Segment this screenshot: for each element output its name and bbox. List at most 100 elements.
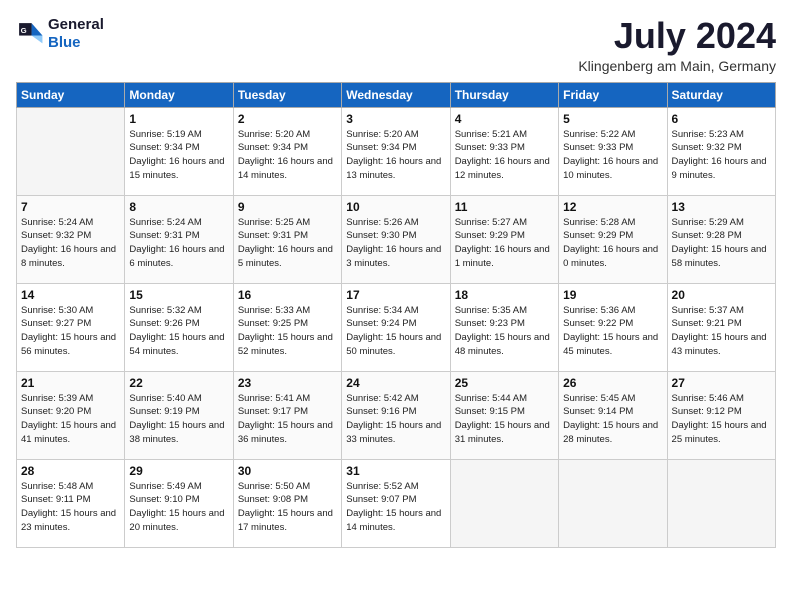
day-cell: 28 Sunrise: 5:48 AMSunset: 9:11 PMDayligh…	[17, 459, 125, 547]
day-cell: 5Sunrise: 5:22 AMSunset: 9:33 PMDaylight…	[559, 107, 667, 195]
day-cell: 6 Sunrise: 5:23 AMSunset: 9:32 PMDaylight…	[667, 107, 775, 195]
day-info: Sunrise: 5:46 AMSunset: 9:12 PMDaylight:…	[672, 392, 771, 447]
weekday-header-wednesday: Wednesday	[342, 82, 450, 107]
day-info: Sunrise: 5:49 AMSunset: 9:10 PMDaylight:…	[129, 480, 228, 535]
day-cell: 2 Sunrise: 5:20 AMSunset: 9:34 PMDaylight…	[233, 107, 341, 195]
day-cell: 22 Sunrise: 5:40 AMSunset: 9:19 PMDayligh…	[125, 371, 233, 459]
month-title: July 2024	[578, 16, 776, 56]
day-number: 26	[563, 376, 662, 390]
day-number: 5	[563, 112, 662, 126]
day-number: 28	[21, 464, 120, 478]
day-number: 29	[129, 464, 228, 478]
day-cell: 30Sunrise: 5:50 AMSunset: 9:08 PMDayligh…	[233, 459, 341, 547]
weekday-header-saturday: Saturday	[667, 82, 775, 107]
day-number: 13	[672, 200, 771, 214]
day-cell: 11 Sunrise: 5:27 AMSunset: 9:29 PMDayligh…	[450, 195, 558, 283]
day-info: Sunrise: 5:39 AMSunset: 9:20 PMDaylight:…	[21, 392, 120, 447]
week-row-3: 14Sunrise: 5:30 AMSunset: 9:27 PMDayligh…	[17, 283, 776, 371]
day-cell: 1 Sunrise: 5:19 AMSunset: 9:34 PMDaylight…	[125, 107, 233, 195]
day-number: 10	[346, 200, 445, 214]
day-info: Sunrise: 5:34 AMSunset: 9:24 PMDaylight:…	[346, 304, 445, 359]
day-number: 8	[129, 200, 228, 214]
day-number: 25	[455, 376, 554, 390]
day-info: Sunrise: 5:26 AMSunset: 9:30 PMDaylight:…	[346, 216, 445, 271]
logo: G General Blue	[16, 16, 104, 52]
day-number: 2	[238, 112, 337, 126]
day-number: 3	[346, 112, 445, 126]
day-number: 20	[672, 288, 771, 302]
day-info: Sunrise: 5:27 AMSunset: 9:29 PMDaylight:…	[455, 216, 554, 271]
day-number: 21	[21, 376, 120, 390]
day-number: 22	[129, 376, 228, 390]
day-number: 24	[346, 376, 445, 390]
day-cell: 10 Sunrise: 5:26 AMSunset: 9:30 PMDayligh…	[342, 195, 450, 283]
svg-text:G: G	[21, 26, 27, 35]
day-number: 6	[672, 112, 771, 126]
day-info: Sunrise: 5:36 AMSunset: 9:22 PMDaylight:…	[563, 304, 662, 359]
day-number: 12	[563, 200, 662, 214]
weekday-header-row: SundayMondayTuesdayWednesdayThursdayFrid…	[17, 82, 776, 107]
day-info: Sunrise: 5:33 AMSunset: 9:25 PMDaylight:…	[238, 304, 337, 359]
day-info: Sunrise: 5:48 AMSunset: 9:11 PMDaylight:…	[21, 480, 120, 535]
day-cell: 4Sunrise: 5:21 AMSunset: 9:33 PMDaylight…	[450, 107, 558, 195]
day-cell: 31Sunrise: 5:52 AMSunset: 9:07 PMDayligh…	[342, 459, 450, 547]
day-info: Sunrise: 5:45 AMSunset: 9:14 PMDaylight:…	[563, 392, 662, 447]
weekday-header-sunday: Sunday	[17, 82, 125, 107]
day-number: 17	[346, 288, 445, 302]
day-cell: 8Sunrise: 5:24 AMSunset: 9:31 PMDaylight…	[125, 195, 233, 283]
day-cell: 9Sunrise: 5:25 AMSunset: 9:31 PMDaylight…	[233, 195, 341, 283]
day-number: 9	[238, 200, 337, 214]
day-info: Sunrise: 5:40 AMSunset: 9:19 PMDaylight:…	[129, 392, 228, 447]
day-info: Sunrise: 5:24 AMSunset: 9:32 PMDaylight:…	[21, 216, 120, 271]
day-number: 16	[238, 288, 337, 302]
weekday-header-tuesday: Tuesday	[233, 82, 341, 107]
day-cell: 13 Sunrise: 5:29 AMSunset: 9:28 PMDayligh…	[667, 195, 775, 283]
logo-text: General Blue	[48, 16, 104, 52]
day-number: 23	[238, 376, 337, 390]
week-row-2: 7 Sunrise: 5:24 AMSunset: 9:32 PMDaylight…	[17, 195, 776, 283]
day-info: Sunrise: 5:23 AMSunset: 9:32 PMDaylight:…	[672, 128, 771, 183]
day-cell	[17, 107, 125, 195]
day-cell: 21 Sunrise: 5:39 AMSunset: 9:20 PMDayligh…	[17, 371, 125, 459]
page-header: G General Blue July 2024 Klingenberg am …	[16, 16, 776, 74]
day-cell: 23 Sunrise: 5:41 AMSunset: 9:17 PMDayligh…	[233, 371, 341, 459]
day-cell: 16 Sunrise: 5:33 AMSunset: 9:25 PMDayligh…	[233, 283, 341, 371]
day-number: 15	[129, 288, 228, 302]
day-cell	[667, 459, 775, 547]
day-number: 18	[455, 288, 554, 302]
day-cell: 7 Sunrise: 5:24 AMSunset: 9:32 PMDaylight…	[17, 195, 125, 283]
day-cell: 18 Sunrise: 5:35 AMSunset: 9:23 PMDayligh…	[450, 283, 558, 371]
day-cell: 24 Sunrise: 5:42 AMSunset: 9:16 PMDayligh…	[342, 371, 450, 459]
day-info: Sunrise: 5:52 AMSunset: 9:07 PMDaylight:…	[346, 480, 445, 535]
day-info: Sunrise: 5:28 AMSunset: 9:29 PMDaylight:…	[563, 216, 662, 271]
day-cell: 14Sunrise: 5:30 AMSunset: 9:27 PMDayligh…	[17, 283, 125, 371]
week-row-1: 1 Sunrise: 5:19 AMSunset: 9:34 PMDaylight…	[17, 107, 776, 195]
weekday-header-monday: Monday	[125, 82, 233, 107]
day-info: Sunrise: 5:42 AMSunset: 9:16 PMDaylight:…	[346, 392, 445, 447]
day-cell: 29 Sunrise: 5:49 AMSunset: 9:10 PMDayligh…	[125, 459, 233, 547]
week-row-5: 28 Sunrise: 5:48 AMSunset: 9:11 PMDayligh…	[17, 459, 776, 547]
day-cell: 25 Sunrise: 5:44 AMSunset: 9:15 PMDayligh…	[450, 371, 558, 459]
calendar-table: SundayMondayTuesdayWednesdayThursdayFrid…	[16, 82, 776, 548]
day-number: 7	[21, 200, 120, 214]
day-number: 19	[563, 288, 662, 302]
logo-icon: G	[16, 20, 44, 48]
day-info: Sunrise: 5:35 AMSunset: 9:23 PMDaylight:…	[455, 304, 554, 359]
day-cell: 19 Sunrise: 5:36 AMSunset: 9:22 PMDayligh…	[559, 283, 667, 371]
day-info: Sunrise: 5:41 AMSunset: 9:17 PMDaylight:…	[238, 392, 337, 447]
day-info: Sunrise: 5:30 AMSunset: 9:27 PMDaylight:…	[21, 304, 120, 359]
title-block: July 2024 Klingenberg am Main, Germany	[578, 16, 776, 74]
day-info: Sunrise: 5:29 AMSunset: 9:28 PMDaylight:…	[672, 216, 771, 271]
day-info: Sunrise: 5:19 AMSunset: 9:34 PMDaylight:…	[129, 128, 228, 183]
day-info: Sunrise: 5:44 AMSunset: 9:15 PMDaylight:…	[455, 392, 554, 447]
day-info: Sunrise: 5:20 AMSunset: 9:34 PMDaylight:…	[238, 128, 337, 183]
day-info: Sunrise: 5:20 AMSunset: 9:34 PMDaylight:…	[346, 128, 445, 183]
day-number: 30	[238, 464, 337, 478]
day-number: 1	[129, 112, 228, 126]
day-cell: 26 Sunrise: 5:45 AMSunset: 9:14 PMDayligh…	[559, 371, 667, 459]
day-number: 11	[455, 200, 554, 214]
location: Klingenberg am Main, Germany	[578, 58, 776, 74]
week-row-4: 21 Sunrise: 5:39 AMSunset: 9:20 PMDayligh…	[17, 371, 776, 459]
day-info: Sunrise: 5:37 AMSunset: 9:21 PMDaylight:…	[672, 304, 771, 359]
day-cell: 12 Sunrise: 5:28 AMSunset: 9:29 PMDayligh…	[559, 195, 667, 283]
